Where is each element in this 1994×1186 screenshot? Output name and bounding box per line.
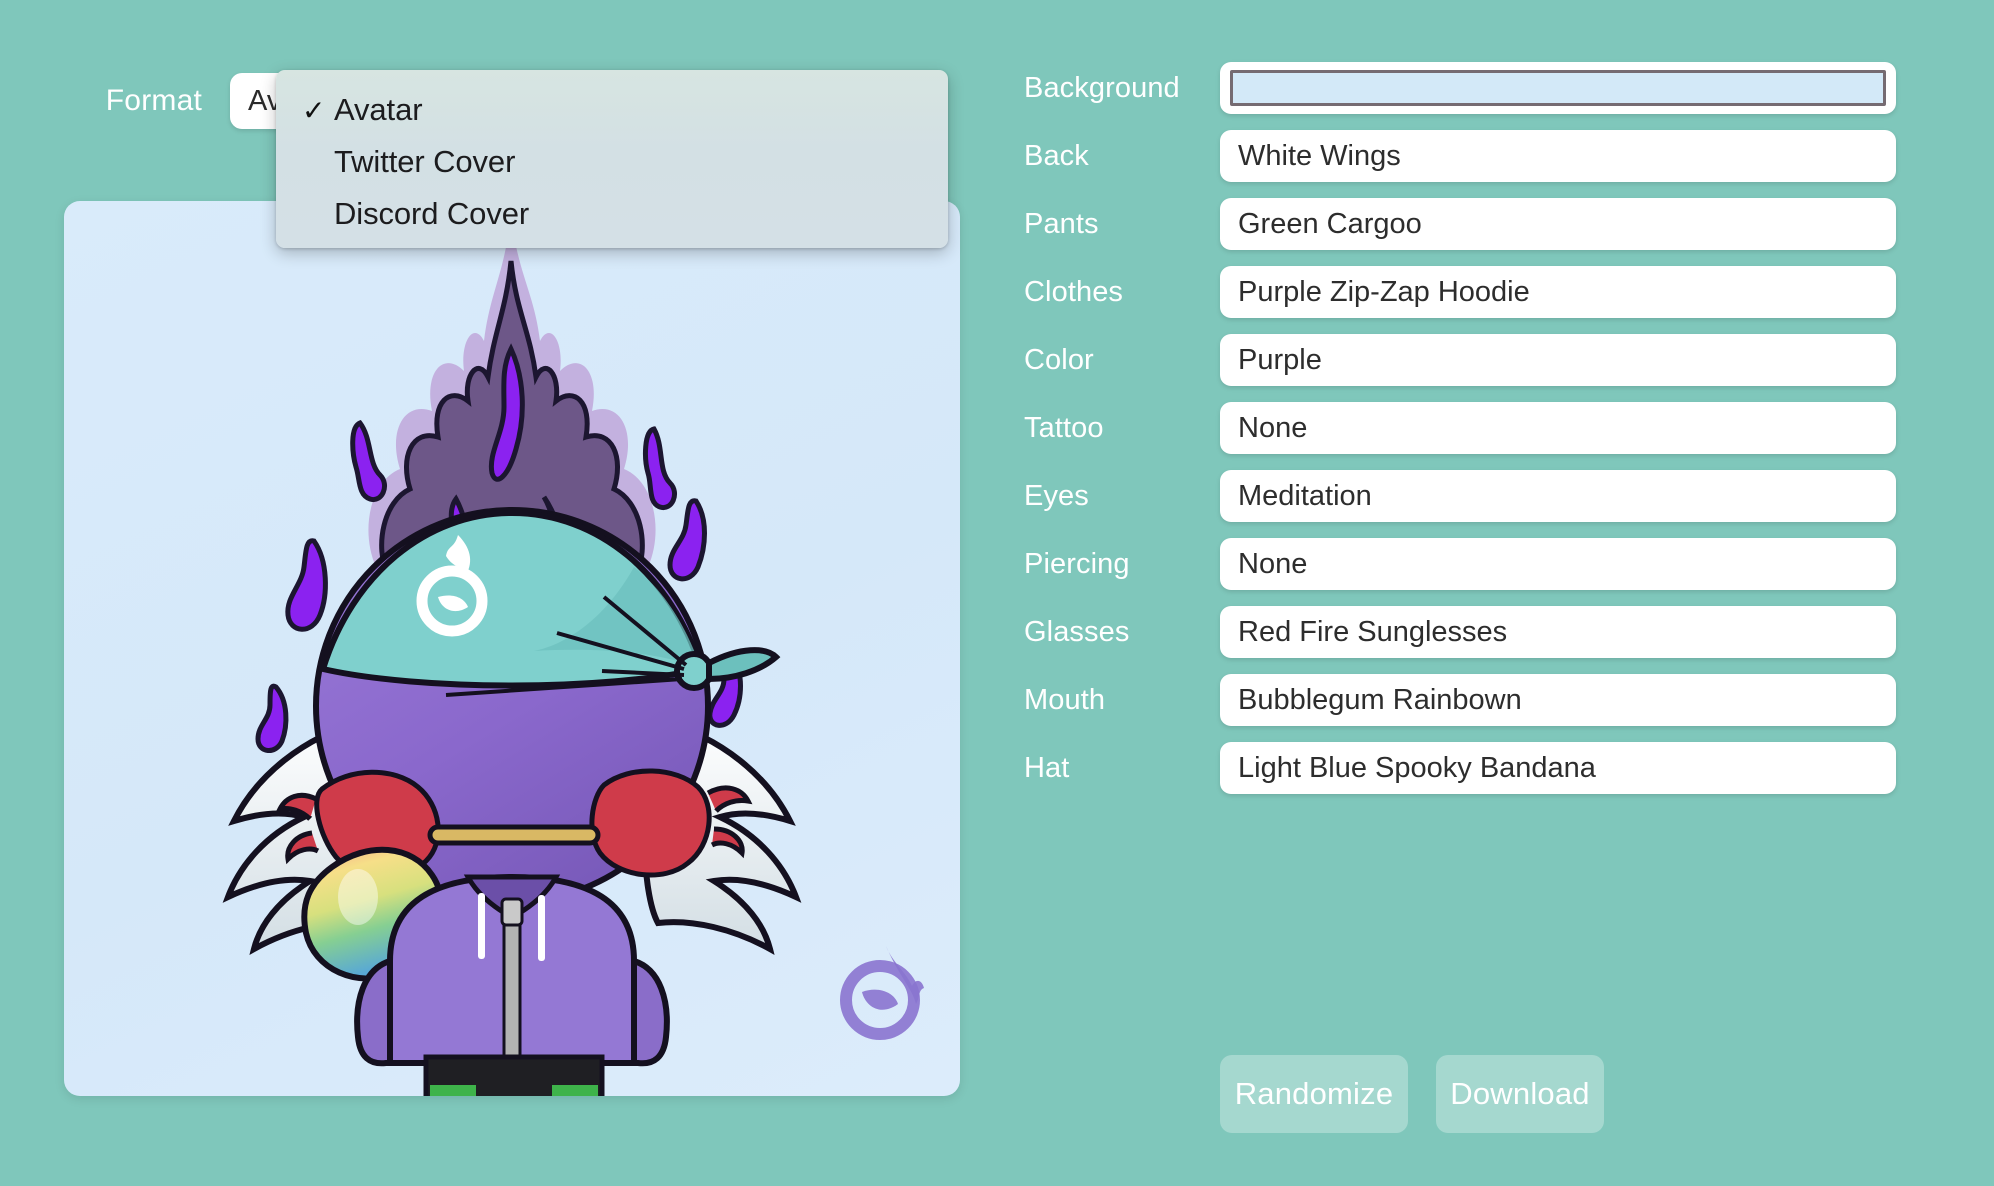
dropdown-option-label: Discord Cover [334, 196, 530, 231]
trait-select-color[interactable]: Purple [1220, 334, 1896, 386]
trait-select-clothes[interactable]: Purple Zip-Zap Hoodie [1220, 266, 1896, 318]
trait-label-clothes: Clothes [1024, 275, 1124, 308]
trait-label-glasses: Glasses [1024, 615, 1130, 648]
preview-column: Format Avatar ✓ Avatar Twitter Cover Dis… [0, 0, 990, 1186]
trait-label-back: Back [1024, 139, 1089, 172]
dropdown-option-label: Twitter Cover [334, 144, 516, 179]
trait-label-color: Color [1024, 343, 1094, 376]
trait-label-hat: Hat [1024, 751, 1070, 784]
trait-row-mouth: Mouth Bubblegum Rainbown [1000, 674, 1940, 726]
bandana-tail [706, 647, 781, 683]
trait-row-tattoo: Tattoo None [1000, 402, 1940, 454]
trait-row-clothes: Clothes Purple Zip-Zap Hoodie [1000, 266, 1940, 318]
flame-logo-watermark [840, 946, 924, 1040]
trait-select-piercing[interactable]: None [1220, 538, 1896, 590]
randomize-button[interactable]: Randomize [1220, 1055, 1408, 1133]
checkmark-icon: ✓ [302, 94, 326, 126]
format-dropdown-menu[interactable]: ✓ Avatar Twitter Cover Discord Cover [276, 70, 948, 248]
trait-row-piercing: Piercing None [1000, 538, 1940, 590]
trait-select-mouth[interactable]: Bubblegum Rainbown [1220, 674, 1896, 726]
trait-label-background: Background [1024, 71, 1180, 104]
trait-row-hat: Hat Light Blue Spooky Bandana [1000, 742, 1940, 794]
trait-label-piercing: Piercing [1024, 547, 1130, 580]
zipper-pull [500, 897, 524, 927]
trait-row-background: Background [1000, 62, 1940, 114]
trait-select-eyes[interactable]: Meditation [1220, 470, 1896, 522]
trait-select-pants[interactable]: Green Cargoo [1220, 198, 1896, 250]
sunglass-bridge [427, 824, 601, 846]
trait-label-mouth: Mouth [1024, 683, 1106, 716]
background-color-input[interactable] [1220, 62, 1896, 114]
dropdown-option-avatar[interactable]: ✓ Avatar [276, 84, 948, 136]
action-buttons: Randomize Download [1000, 1055, 1940, 1133]
bubblegum-highlight [338, 869, 378, 925]
trait-label-tattoo: Tattoo [1024, 411, 1104, 444]
trait-row-pants: Pants Green Cargoo [1000, 198, 1940, 250]
drawstring-left [478, 893, 485, 959]
shoe-left [430, 1085, 476, 1096]
trait-select-back[interactable]: White Wings [1220, 130, 1896, 182]
flame-spark-far-right [667, 498, 707, 582]
traits-panel: Background Back White Wings Pants Green … [1000, 0, 1994, 1186]
trait-row-color: Color Purple [1000, 334, 1940, 386]
color-swatch[interactable] [1230, 70, 1886, 106]
trait-select-hat[interactable]: Light Blue Spooky Bandana [1220, 742, 1896, 794]
trait-row-eyes: Eyes Meditation [1000, 470, 1940, 522]
trait-label-pants: Pants [1024, 207, 1099, 240]
trait-row-back: Back White Wings [1000, 130, 1940, 182]
download-button[interactable]: Download [1436, 1055, 1604, 1133]
flame-spark-left [350, 419, 387, 503]
dropdown-option-discord-cover[interactable]: Discord Cover [276, 188, 948, 240]
dropdown-option-label: Avatar [334, 92, 423, 127]
drawstring-right [538, 895, 545, 961]
flame-spark-far-left [285, 538, 328, 632]
bandana-knot [674, 651, 714, 691]
trait-label-eyes: Eyes [1024, 479, 1089, 512]
flame-spark-right [643, 426, 677, 511]
trait-select-glasses[interactable]: Red Fire Sunglesses [1220, 606, 1896, 658]
avatar-preview-card [64, 201, 960, 1096]
format-label: Format [105, 84, 202, 117]
shoe-right [552, 1085, 598, 1096]
trait-row-glasses: Glasses Red Fire Sunglesses [1000, 606, 1940, 658]
hoodie-sleeve-right [631, 956, 670, 1067]
dropdown-option-twitter-cover[interactable]: Twitter Cover [276, 136, 948, 188]
flame-spark-side-left [255, 683, 289, 753]
trait-select-tattoo[interactable]: None [1220, 402, 1896, 454]
